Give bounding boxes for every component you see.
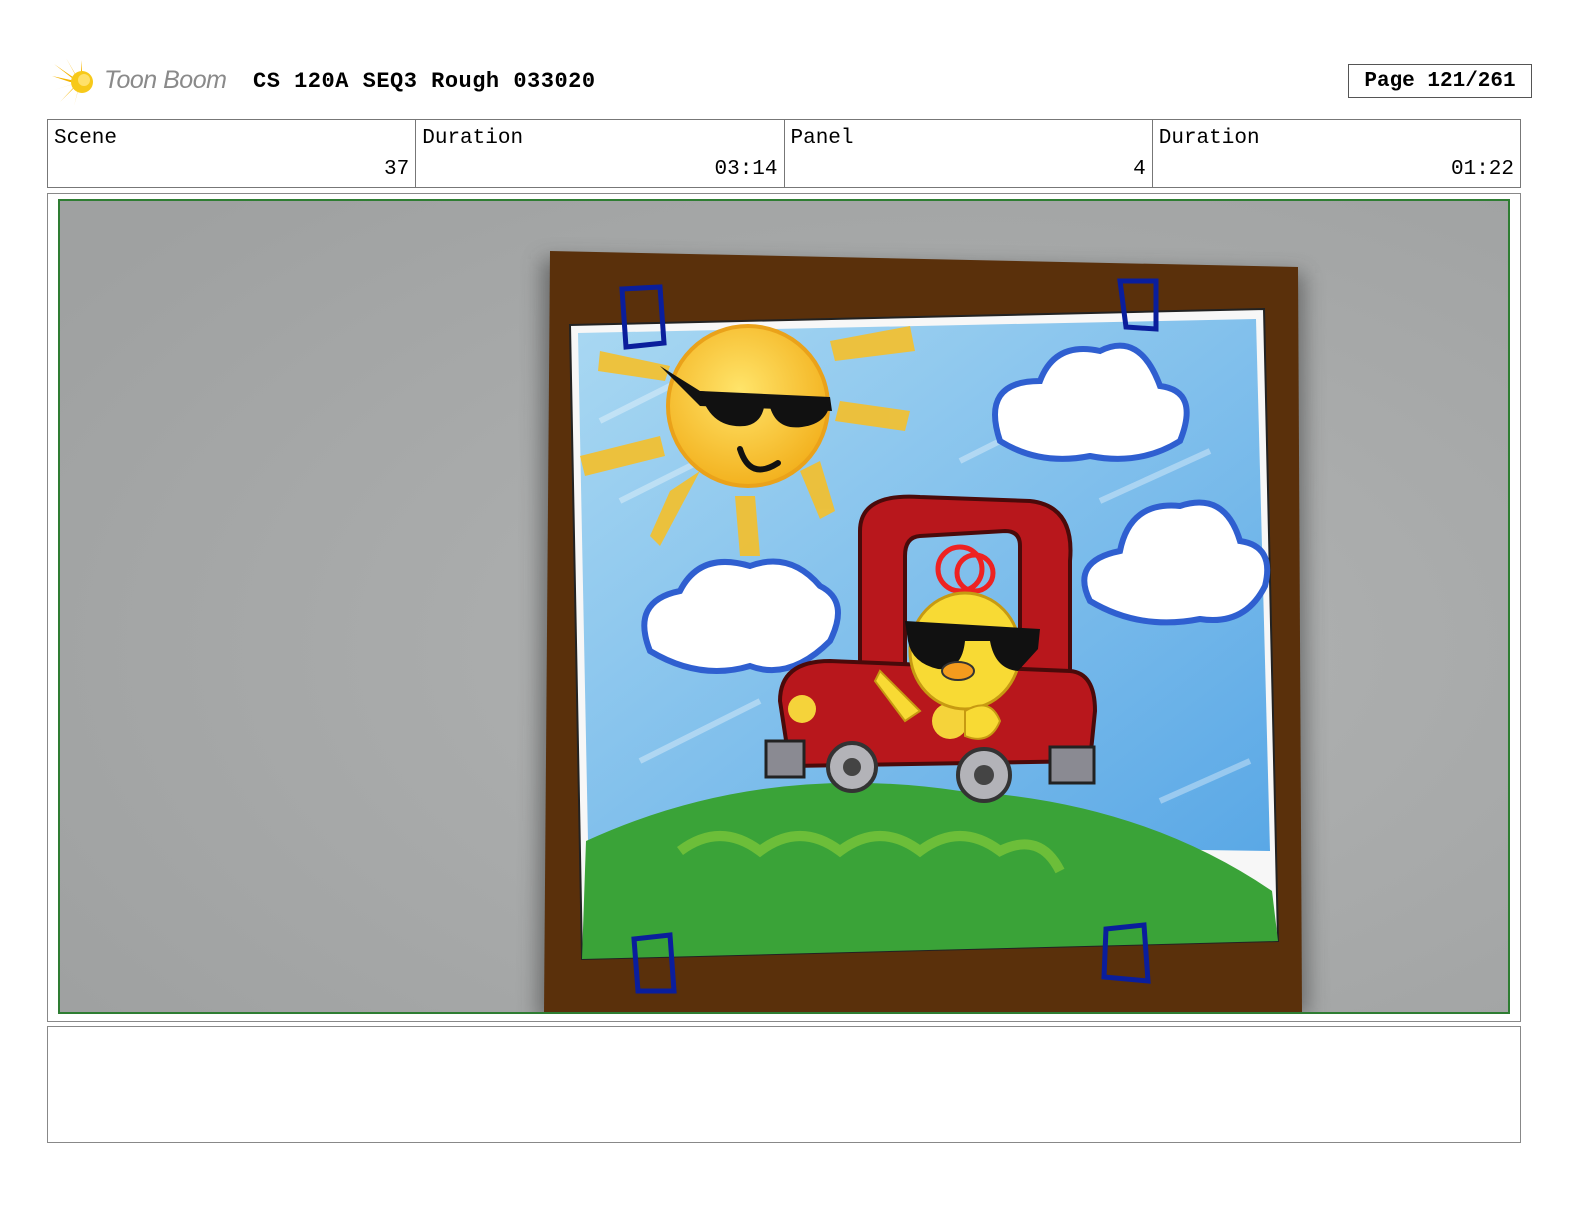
panel-cell: Panel 4 bbox=[785, 120, 1153, 187]
panel-duration-value: 01:22 bbox=[1450, 158, 1514, 181]
scene-cell: Scene 37 bbox=[48, 120, 417, 187]
scene-value: 37 bbox=[384, 158, 410, 181]
starburst-icon bbox=[52, 58, 93, 106]
document-title: CS 120A SEQ3 Rough 033020 bbox=[253, 69, 596, 94]
page-indicator: Page 121/261 bbox=[1348, 64, 1532, 98]
panel-image bbox=[58, 199, 1510, 1014]
panel-notes bbox=[47, 1026, 1521, 1143]
scene-duration-value: 03:14 bbox=[714, 158, 778, 181]
panel-duration-label: Duration bbox=[1158, 127, 1260, 150]
panel-label: Panel bbox=[790, 127, 854, 150]
scene-duration-label: Duration bbox=[422, 127, 524, 150]
scene-info-table: Scene 37 Duration 03:14 Panel 4 Duration… bbox=[47, 119, 1521, 188]
storyboard-drawing bbox=[60, 201, 1508, 1012]
scene-label: Scene bbox=[54, 127, 118, 150]
panel-duration-cell: Duration 01:22 bbox=[1153, 120, 1520, 187]
brand-name: Toon Boom bbox=[104, 66, 227, 94]
panel-value: 4 bbox=[1133, 158, 1146, 181]
scene-duration-cell: Duration 03:14 bbox=[416, 120, 785, 187]
toon-boom-logo: Toon Boom bbox=[52, 56, 242, 108]
storyboard-header: Toon Boom CS 120A SEQ3 Rough 033020 Page… bbox=[52, 56, 1532, 108]
